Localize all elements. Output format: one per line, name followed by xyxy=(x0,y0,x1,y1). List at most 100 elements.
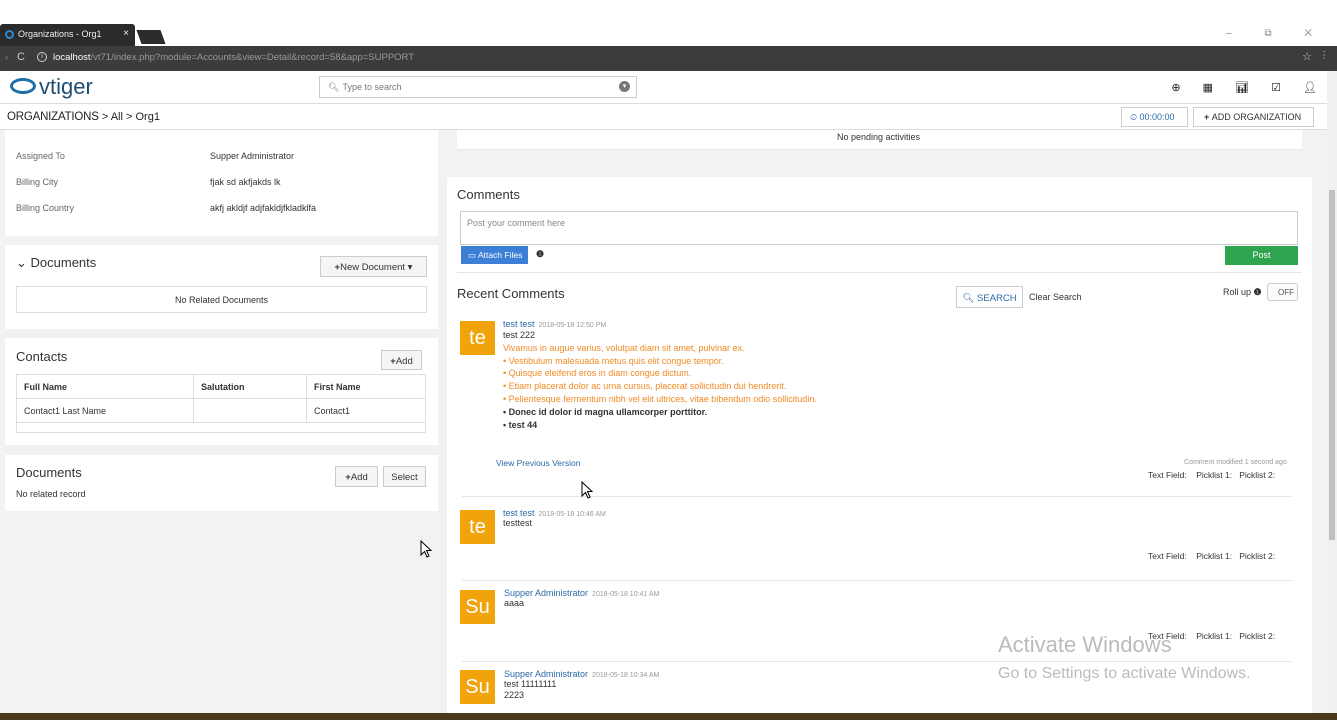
calendar-icon[interactable]: ▦ xyxy=(1203,81,1213,94)
documents-widget-title[interactable]: ⌄ Documents xyxy=(16,255,96,271)
plus-icon: + xyxy=(1204,112,1212,122)
quick-create-icon[interactable]: ⊕ xyxy=(1171,81,1180,94)
comment-line: • Vestibulum malesuada metus quis elit c… xyxy=(503,355,724,366)
field-label: Assigned To xyxy=(16,151,65,161)
comment-line: • Pellentesque fermentum nibh vel elit u… xyxy=(503,393,817,404)
author-name: Supper Administrator xyxy=(504,669,589,679)
comment-body: test 11111111 2223 xyxy=(504,679,556,701)
table-row[interactable]: Contact1 Last Name Contact1 xyxy=(16,398,426,423)
comment-line: • test 44 xyxy=(503,419,538,430)
url-text[interactable]: localhost/vt71/index.php?module=Accounts… xyxy=(53,52,414,63)
mouse-cursor-icon xyxy=(581,481,593,499)
chevron-down-icon: ⌄ xyxy=(16,255,31,270)
comment-textarea[interactable]: Post your comment here xyxy=(460,211,1298,245)
windows-watermark: Activate Windows xyxy=(998,632,1172,657)
col-salutation[interactable]: Salutation xyxy=(193,374,307,399)
clock-icon: ⏲ xyxy=(1130,112,1140,122)
comment-time: 2018-05-18 10:46 AM xyxy=(538,511,606,518)
forward-icon[interactable]: › xyxy=(5,52,8,63)
col-full-name[interactable]: Full Name xyxy=(16,374,194,399)
tasks-icon[interactable]: ☑ xyxy=(1271,81,1281,94)
comment-time: 2018-05-18 10:34 AM xyxy=(592,672,660,679)
post-button[interactable]: Post xyxy=(1225,246,1298,265)
text-field-label: Text Field: xyxy=(1148,551,1187,561)
comment-line: • Donec id dolor id magna ullamcorper po… xyxy=(503,406,708,417)
field-value[interactable]: fjak sd akfjakds lk xyxy=(210,177,281,187)
comment-time: 2018-05-18 10:41 AM xyxy=(592,591,660,598)
avatar: te xyxy=(460,510,495,544)
clear-search-link[interactable]: Clear Search xyxy=(1029,292,1082,302)
global-search-input[interactable]: 🔍︎ Type to search ▾ xyxy=(319,76,637,98)
field-value[interactable]: akfj akldjf adjfakldjfkladklfa xyxy=(210,203,316,213)
scrollbar-thumb[interactable] xyxy=(1329,190,1335,540)
comment-body: aaaa xyxy=(504,598,525,608)
search-options-icon[interactable]: ▾ xyxy=(619,81,630,92)
search-icon: 🔍︎ xyxy=(328,82,340,92)
timer-button[interactable]: ⏲ 00:00:00 xyxy=(1121,107,1188,127)
rollup-text: Roll up xyxy=(1223,287,1252,297)
comments-title: Comments xyxy=(457,187,520,202)
no-related-documents: No Related Documents xyxy=(16,286,427,313)
new-tab-button[interactable] xyxy=(136,30,166,44)
rollup-label: Roll up ❶ xyxy=(1223,287,1262,298)
breadcrumb-module[interactable]: ORGANIZATIONS xyxy=(7,111,99,123)
info-icon[interactable]: ❶ xyxy=(536,249,544,260)
comment-author[interactable]: test test 2018-05-18 12:50 PM xyxy=(503,319,606,329)
search-comments-button[interactable]: 🔍︎ SEARCH xyxy=(956,286,1023,308)
picklist2-label: Picklist 2: xyxy=(1239,631,1276,641)
comment-line: test 222 xyxy=(503,330,536,340)
cell-first-name[interactable]: Contact1 xyxy=(306,398,426,423)
add-contact-button[interactable]: +Add xyxy=(381,350,422,370)
bookmark-star-icon[interactable]: ☆ xyxy=(1302,50,1312,63)
taskbar xyxy=(0,713,1337,720)
select-document-button[interactable]: Select xyxy=(383,466,426,487)
comment-author[interactable]: test test 2018-05-18 10:46 AM xyxy=(503,508,606,518)
documents-related-title: Documents xyxy=(16,465,82,480)
address-bar[interactable]: › C i localhost/vt71/index.php?module=Ac… xyxy=(0,46,1337,71)
details-panel: Assigned To Supper Administrator Billing… xyxy=(5,130,438,236)
reload-icon[interactable]: C xyxy=(17,51,25,63)
comment-time: 2018-05-18 12:50 PM xyxy=(538,322,607,329)
tab-close-icon[interactable]: × xyxy=(123,28,129,39)
attach-icon: ▭ xyxy=(468,250,478,260)
breadcrumb-sep: > xyxy=(101,111,109,123)
vtiger-logo[interactable]: vtiger xyxy=(10,74,93,100)
view-previous-version-link[interactable]: View Previous Version xyxy=(496,458,580,468)
comments-panel: Comments Post your comment here ▭ Attach… xyxy=(447,177,1312,720)
no-related-record: No related record xyxy=(16,489,86,499)
field-value[interactable]: Supper Administrator xyxy=(210,151,294,161)
rollup-toggle[interactable]: OFF xyxy=(1267,283,1298,301)
user-icon[interactable]: 👤︎ xyxy=(1303,81,1317,94)
breadcrumb: ORGANIZATIONS > All > Org1 xyxy=(7,111,160,123)
browser-tab[interactable]: Organizations - Org1 × xyxy=(0,24,135,46)
add-organization-button[interactable]: + ADD ORGANIZATION xyxy=(1193,107,1314,127)
author-name: test test xyxy=(503,508,535,518)
custom-field-labels: Text Field: Picklist 1: Picklist 2: xyxy=(1148,470,1275,480)
add-document-button[interactable]: +Add xyxy=(335,466,378,487)
breadcrumb-filter[interactable]: All xyxy=(111,111,123,123)
field-label: Billing City xyxy=(16,177,59,187)
new-document-label: New Document xyxy=(340,262,406,273)
menu-dots-icon[interactable]: ⋮ xyxy=(1320,50,1330,61)
avatar: te xyxy=(460,321,495,355)
comment-line: test 11111111 xyxy=(504,679,557,689)
col-first-name[interactable]: First Name xyxy=(306,374,426,399)
mouse-cursor-icon xyxy=(420,540,432,558)
contacts-title: Contacts xyxy=(16,349,68,364)
picklist1-label: Picklist 1: xyxy=(1196,551,1233,561)
comment-author[interactable]: Supper Administrator 2018-05-18 10:34 AM xyxy=(504,669,659,679)
attach-files-button[interactable]: ▭ Attach Files xyxy=(461,246,528,264)
tab-title: Organizations - Org1 xyxy=(18,29,102,39)
search-placeholder: Type to search xyxy=(342,82,402,92)
new-document-button[interactable]: +New Document ▾ xyxy=(320,256,427,277)
documents-title-text: Documents xyxy=(30,255,97,270)
reports-icon[interactable]: 📊︎ xyxy=(1235,81,1249,94)
cell-full-name[interactable]: Contact1 Last Name xyxy=(16,398,194,423)
divider xyxy=(462,580,1292,581)
comment-body: test 222 Vivamus in augue varius, volutp… xyxy=(503,329,817,431)
comment-author[interactable]: Supper Administrator 2018-05-18 10:41 AM xyxy=(504,588,659,598)
window-controls[interactable]: – ⧉ ✕ xyxy=(1226,28,1327,39)
no-pending-activities: No pending activities xyxy=(837,132,921,142)
info-icon[interactable]: i xyxy=(37,52,47,62)
windows-watermark-sub: Go to Settings to activate Windows. xyxy=(998,665,1251,682)
